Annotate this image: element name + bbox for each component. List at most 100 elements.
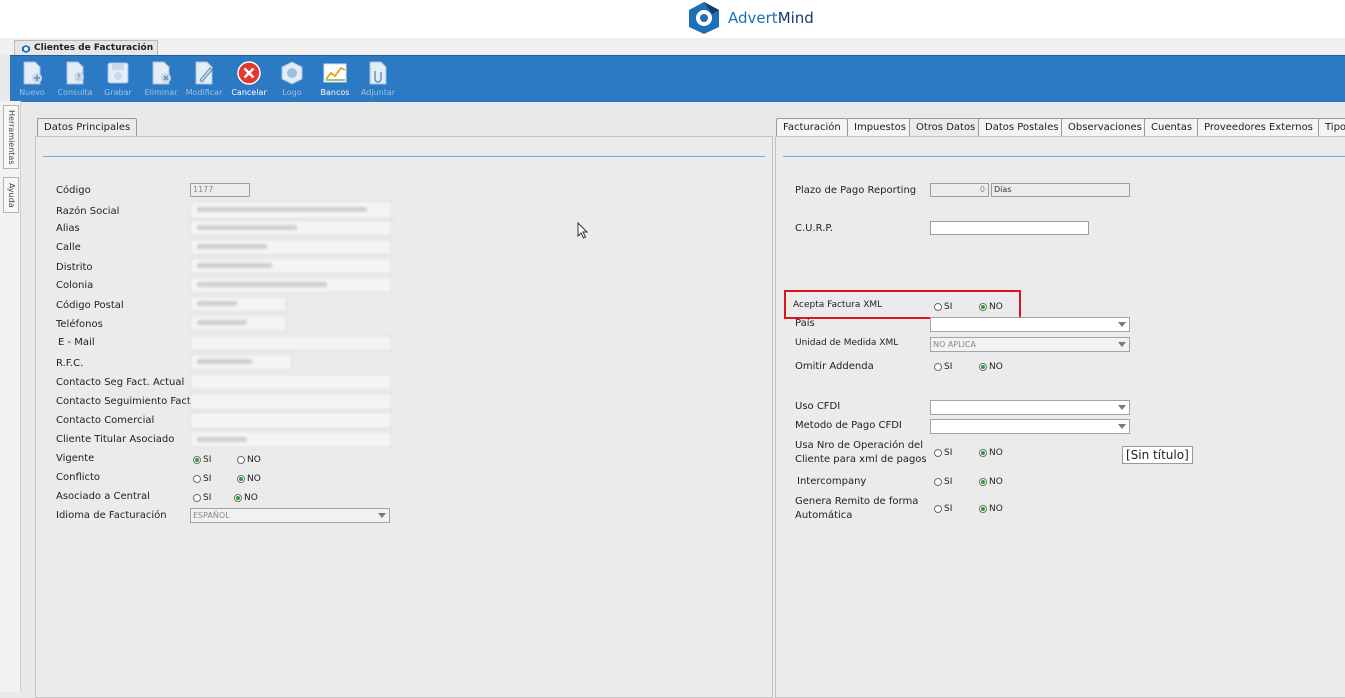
brand-name: AdvertMind	[728, 9, 814, 27]
tab-impuestos[interactable]: Impuestos	[847, 118, 913, 136]
tab-datos-principales[interactable]: Datos Principales	[37, 118, 138, 136]
side-tab-herramientas[interactable]: Herramientas	[3, 105, 19, 169]
genera-remito-label-line2: Automática	[795, 510, 853, 521]
colonia-label: Colonia	[56, 280, 94, 291]
vigente-no-radio[interactable]: NO	[237, 455, 261, 465]
delete-document-icon	[152, 61, 171, 85]
unidad-medida-select[interactable]: NO APLICA	[930, 337, 1130, 352]
modificar-button[interactable]: Modificar	[184, 58, 224, 100]
vigente-si-radio[interactable]: SI	[193, 455, 211, 465]
eliminar-button[interactable]: Eliminar	[141, 58, 181, 100]
advertmind-logo: AdvertMind	[686, 1, 814, 35]
contacto-seg-actual-input[interactable]	[190, 374, 392, 390]
logo-button[interactable]: Logo	[272, 58, 312, 100]
contacto-seg-actual-label: Contacto Seg Fact. Actual	[56, 377, 185, 388]
tab-facturacion[interactable]: Facturación	[776, 118, 848, 136]
codigo-postal-input[interactable]	[190, 296, 287, 312]
alias-input[interactable]	[190, 220, 392, 236]
left-separator	[43, 156, 765, 157]
conflicto-no-radio[interactable]: NO	[237, 474, 261, 484]
pais-select[interactable]	[930, 317, 1130, 332]
contacto-comercial-select[interactable]	[190, 412, 392, 429]
rfc-input[interactable]	[190, 354, 292, 370]
razon-social-input[interactable]	[190, 201, 392, 219]
asociado-central-label: Asociado a Central	[56, 491, 150, 502]
asociado-no-radio[interactable]: NO	[234, 493, 258, 503]
tab-clientes-facturacion[interactable]: Clientes de Facturación	[14, 40, 159, 56]
conflicto-label: Conflicto	[56, 472, 101, 483]
nuevo-button[interactable]: Nuevo	[12, 58, 52, 100]
acepta-xml-no-radio[interactable]: NO	[979, 302, 1003, 312]
radio-circle	[193, 494, 201, 502]
contacto-seguimiento-label: Contacto Seguimiento Fact.	[56, 396, 194, 407]
distrito-input[interactable]	[190, 258, 392, 274]
tab-tipo[interactable]: Tipo	[1318, 118, 1345, 136]
edit-icon	[195, 61, 213, 85]
calle-input[interactable]	[190, 239, 392, 255]
usa-nro-label-line1: Usa Nro de Operación del	[795, 440, 923, 451]
acepta-xml-si-radio[interactable]: SI	[934, 302, 952, 312]
top-bar: AdvertMind	[0, 0, 1345, 38]
side-tab-ayuda[interactable]: Ayuda	[3, 177, 19, 213]
plazo-unit-field: Días	[991, 183, 1130, 197]
acepta-xml-label: Acepta Factura XML	[793, 300, 883, 310]
adjuntar-button[interactable]: Adjuntar	[358, 58, 398, 100]
curp-input[interactable]	[930, 221, 1089, 235]
omitir-addenda-no-radio[interactable]: NO	[979, 362, 1003, 372]
new-document-icon	[23, 61, 42, 85]
chevron-down-icon	[1118, 424, 1126, 429]
chevron-down-icon	[1118, 405, 1126, 410]
radio-circle	[979, 449, 987, 457]
omitir-addenda-si-radio[interactable]: SI	[934, 362, 952, 372]
radio-circle	[193, 475, 201, 483]
idioma-label: Idioma de Facturación	[56, 510, 167, 521]
intercompany-si-radio[interactable]: SI	[934, 477, 952, 487]
plazo-pago-input[interactable]: 0	[930, 183, 989, 197]
intercompany-no-radio[interactable]: NO	[979, 477, 1003, 487]
save-icon	[107, 62, 129, 84]
contacto-seguimiento-select[interactable]	[190, 393, 392, 410]
genera-remito-label-line1: Genera Remito de forma	[795, 496, 919, 507]
tooltip: [Sin título]	[1122, 446, 1193, 464]
codigo-input[interactable]: 1177	[190, 183, 250, 197]
tab-otros-datos[interactable]: Otros Datos	[909, 118, 983, 136]
genera-remito-no-radio[interactable]: NO	[979, 504, 1003, 514]
genera-remito-si-radio[interactable]: SI	[934, 504, 952, 514]
right-separator	[783, 156, 1345, 157]
pais-label: País	[795, 318, 815, 329]
plazo-pago-label: Plazo de Pago Reporting	[795, 185, 917, 196]
side-panel: Herramientas Ayuda	[0, 101, 21, 692]
usa-nro-no-radio[interactable]: NO	[979, 448, 1003, 458]
colonia-input[interactable]	[190, 277, 392, 293]
consulta-button[interactable]: ? Consulta	[55, 58, 95, 100]
grabar-button[interactable]: Grabar	[98, 58, 138, 100]
radio-circle	[934, 449, 942, 457]
tab-cuentas[interactable]: Cuentas	[1144, 118, 1200, 136]
chevron-down-icon	[378, 513, 386, 518]
tab-proveedores-externos[interactable]: Proveedores Externos	[1197, 118, 1320, 136]
chart-icon	[323, 63, 347, 83]
email-input[interactable]	[190, 335, 392, 351]
cancelar-button[interactable]: Cancelar	[229, 58, 269, 100]
usa-nro-si-radio[interactable]: SI	[934, 448, 952, 458]
radio-circle	[979, 363, 987, 371]
tab-observaciones[interactable]: Observaciones	[1061, 118, 1149, 136]
bancos-button[interactable]: Bancos	[315, 58, 355, 100]
calle-label: Calle	[56, 242, 81, 253]
cliente-titular-label: Cliente Titular Asociado	[56, 434, 175, 445]
telefonos-input[interactable]	[190, 315, 287, 331]
metodo-pago-select[interactable]	[930, 419, 1130, 434]
alias-label: Alias	[56, 223, 80, 234]
radio-circle	[934, 478, 942, 486]
radio-circle	[979, 303, 987, 311]
cliente-titular-select[interactable]	[190, 431, 392, 448]
codigo-label: Código	[56, 185, 91, 196]
idioma-select[interactable]: ESPAÑOL	[190, 508, 390, 523]
asociado-si-radio[interactable]: SI	[193, 493, 211, 503]
usa-nro-label-line2: Cliente para xml de pagos	[795, 454, 927, 465]
rfc-label: R.F.C.	[56, 358, 84, 369]
uso-cfdi-select[interactable]	[930, 400, 1130, 415]
radio-circle	[237, 475, 245, 483]
conflicto-si-radio[interactable]: SI	[193, 474, 211, 484]
tab-datos-postales[interactable]: Datos Postales	[978, 118, 1066, 136]
